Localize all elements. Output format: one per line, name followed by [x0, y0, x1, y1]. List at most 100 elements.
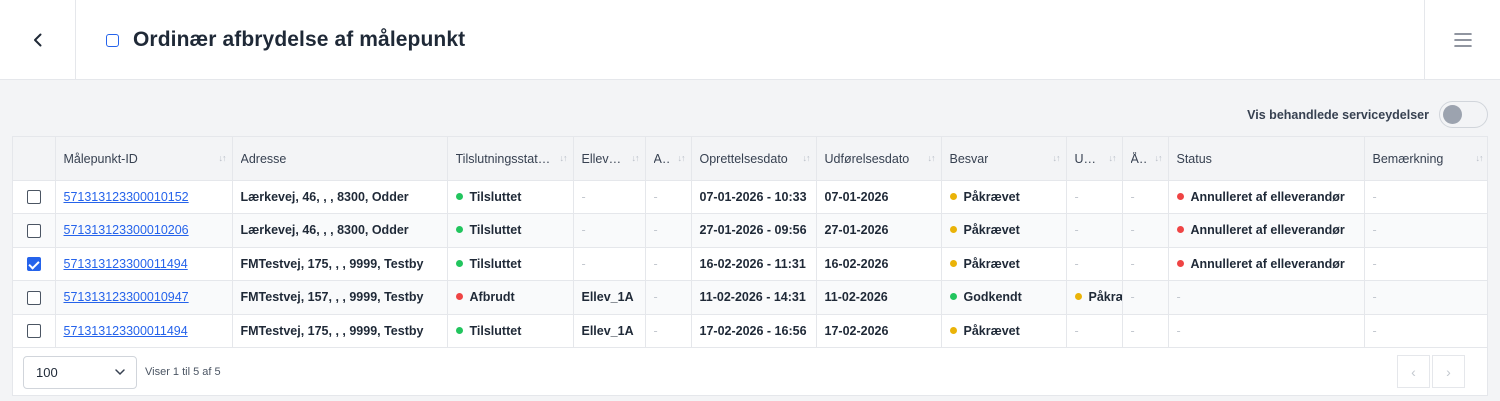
row-checkbox[interactable]	[26, 257, 41, 272]
status-dot-icon	[1176, 192, 1184, 200]
executed-date-cell: 07-01-2026	[816, 180, 942, 214]
a-cell: -	[645, 280, 692, 315]
service-table-card: Målepunkt-ID ↓↑ Adresse Tilslutningsstatu…	[12, 136, 1488, 396]
maalepunkt-id-link[interactable]: 571313123300011494	[64, 324, 188, 338]
maalepunkt-id-cell: 571313123300011494	[55, 314, 233, 348]
a-cell: -	[645, 247, 692, 281]
besvar-cell: Påkrævet	[941, 213, 1067, 248]
created-date-cell: 27-01-2026 - 09:56	[691, 213, 817, 248]
top-bar: Ordinær afbrydelse af målepunkt	[0, 0, 1500, 80]
connection-status-cell: Tilsluttet	[447, 247, 574, 281]
connection-status-cell: Tilsluttet	[447, 180, 574, 214]
select-all-header	[13, 137, 56, 181]
chevron-down-icon	[115, 369, 125, 376]
status-dot-icon	[1074, 293, 1082, 301]
maalepunkt-id-cell: 571313123300011494	[55, 247, 233, 281]
column-header[interactable]: Adresse	[232, 137, 448, 181]
table-row[interactable]: 571313123300010152 Lærkevej, 46, , , 8300…	[13, 180, 1487, 214]
maalepunkt-id-link[interactable]: 571313123300011494	[64, 257, 188, 271]
back-button[interactable]	[0, 0, 76, 80]
connection-status-cell: Afbrudt	[447, 280, 574, 315]
status-dot-icon	[1176, 226, 1184, 234]
status-dot-icon	[455, 192, 463, 200]
show-processed-toggle-row: Vis behandlede serviceydelser	[1247, 101, 1488, 128]
ud-cell: -	[1066, 247, 1123, 281]
column-header[interactable]: A…↓↑	[645, 137, 692, 181]
column-header[interactable]: Tilslutningsstatus ↓↑	[447, 137, 574, 181]
executed-date-cell: 17-02-2026	[816, 314, 942, 348]
besvar-cell: Påkrævet	[941, 314, 1067, 348]
sort-icon: ↓↑	[677, 153, 686, 164]
executed-date-cell: 11-02-2026	[816, 280, 942, 315]
besvar-cell: Påkrævet	[941, 180, 1067, 214]
title-checkbox[interactable]	[106, 33, 119, 47]
column-header[interactable]: Besvar ↓↑	[941, 137, 1067, 181]
row-checkbox-cell	[13, 180, 56, 214]
executed-date-cell: 27-01-2026	[816, 213, 942, 248]
executed-date-cell: 16-02-2026	[816, 247, 942, 281]
sort-icon: ↓↑	[1475, 153, 1484, 164]
row-checkbox[interactable]	[26, 223, 41, 238]
remark-cell: -	[1364, 247, 1487, 281]
status-dot-icon	[455, 226, 463, 234]
elleverandor-cell: -	[573, 247, 646, 281]
service-table: Målepunkt-ID ↓↑ Adresse Tilslutningsstatu…	[13, 137, 1487, 348]
column-header[interactable]: Udførelsesdato ↓↑	[816, 137, 942, 181]
column-header[interactable]: Ellever…↓↑	[573, 137, 646, 181]
sort-icon: ↓↑	[218, 153, 227, 164]
status-dot-icon	[455, 259, 463, 267]
maalepunkt-id-link[interactable]: 571313123300010947	[64, 290, 189, 304]
table-row[interactable]: 571313123300010206 Lærkevej, 46, , , 8300…	[13, 213, 1487, 248]
maalepunkt-id-cell: 571313123300010152	[55, 180, 233, 214]
column-header[interactable]: Å…↓↑	[1122, 137, 1169, 181]
row-checkbox[interactable]	[26, 290, 41, 305]
a-cell: -	[645, 213, 692, 248]
address-cell: Lærkevej, 46, , , 8300, Odder	[232, 180, 448, 214]
besvar-cell: Påkrævet	[941, 247, 1067, 281]
remark-cell: -	[1364, 213, 1487, 248]
menu-button[interactable]	[1424, 0, 1500, 80]
status-dot-icon	[455, 326, 463, 334]
remark-cell: -	[1364, 280, 1487, 315]
show-processed-toggle[interactable]	[1439, 101, 1488, 128]
page-size-select[interactable]: 100	[23, 355, 137, 389]
table-row[interactable]: 571313123300010947 FMTestvej, 157, , , 99…	[13, 280, 1487, 315]
toggle-knob	[1443, 105, 1462, 124]
maalepunkt-id-link[interactable]: 571313123300010206	[64, 223, 189, 237]
table-row[interactable]: 571313123300011494 FMTestvej, 175, , , 99…	[13, 314, 1487, 348]
column-header[interactable]: Oprettelsesdato ↓↑	[691, 137, 817, 181]
row-checkbox[interactable]	[26, 324, 41, 339]
maalepunkt-id-cell: 571313123300010206	[55, 213, 233, 248]
address-cell: FMTestvej, 157, , , 9999, Testby	[232, 280, 448, 315]
status-dot-icon	[1176, 259, 1184, 267]
chevron-right-icon: ›	[1446, 363, 1451, 380]
address-cell: FMTestvej, 175, , , 9999, Testby	[232, 247, 448, 281]
maalepunkt-id-cell: 571313123300010947	[55, 280, 233, 315]
created-date-cell: 16-02-2026 - 11:31	[691, 247, 817, 281]
show-processed-label: Vis behandlede serviceydelser	[1247, 107, 1429, 122]
elleverandor-cell: Ellev_1A	[573, 280, 646, 315]
sort-icon: ↓↑	[631, 153, 640, 164]
column-header[interactable]: Målepunkt-ID ↓↑	[55, 137, 233, 181]
prev-page-button[interactable]: ‹	[1397, 355, 1430, 388]
column-header[interactable]: Status	[1168, 137, 1365, 181]
sort-icon: ↓↑	[559, 153, 568, 164]
status-cell: -	[1168, 314, 1365, 348]
next-page-button[interactable]: ›	[1432, 355, 1465, 388]
address-cell: FMTestvej, 175, , , 9999, Testby	[232, 314, 448, 348]
maalepunkt-id-link[interactable]: 571313123300010152	[64, 190, 189, 204]
connection-status-cell: Tilsluttet	[447, 213, 574, 248]
status-cell: Annulleret af elleverandør	[1168, 180, 1365, 214]
column-header[interactable]: Ud…↓↑	[1066, 137, 1123, 181]
status-dot-icon	[949, 192, 957, 200]
table-row[interactable]: 571313123300011494 FMTestvej, 175, , , 99…	[13, 247, 1487, 281]
row-checkbox-cell	[13, 247, 56, 281]
sort-icon: ↓↑	[927, 153, 936, 164]
row-checkbox[interactable]	[26, 190, 41, 205]
elleverandor-cell: -	[573, 213, 646, 248]
elleverandor-cell: -	[573, 180, 646, 214]
status-dot-icon	[455, 293, 463, 301]
column-header[interactable]: Bemærkning ↓↑	[1364, 137, 1487, 181]
sort-icon: ↓↑	[802, 153, 811, 164]
pagination: ‹ ›	[1397, 355, 1465, 388]
